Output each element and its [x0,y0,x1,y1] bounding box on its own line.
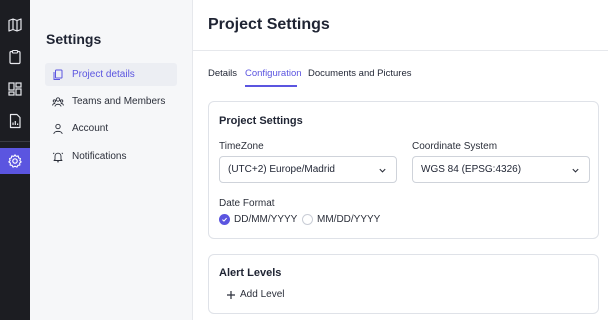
gear-icon [8,154,22,168]
timezone-label: TimeZone [219,141,264,152]
timezone-select[interactable]: (UTC+2) Europe/Madrid [219,156,397,183]
user-icon [53,123,63,134]
rail-dashboard-button[interactable] [0,76,30,102]
rail-map-button[interactable] [0,12,30,38]
alert-levels-card: Alert Levels [208,254,599,314]
date-format-option-ddmmyyyy[interactable]: DD/MM/YYYY [219,214,297,225]
rail-divider [0,141,30,142]
sidebar-item-label: Notifications [72,151,127,162]
coordinate-system-label: Coordinate System [412,141,498,152]
rail-report-button[interactable] [0,108,30,134]
sidebar-item-project-details[interactable]: Project details [45,63,177,86]
coordinate-system-value: WGS 84 (EPSG:4326) [421,164,522,175]
icon-rail [0,0,30,320]
sidebar-item-label: Account [72,123,109,134]
sidebar-item-label: Teams and Members [72,96,166,107]
main-content: Project Settings Details Configuration D… [193,0,608,320]
tab-details[interactable]: Details [208,68,237,79]
rail-settings-button[interactable] [0,148,30,174]
sidebar-title: Settings [46,31,102,47]
chevron-down-icon [379,168,386,173]
page-title: Project Settings [208,16,330,33]
team-icon [52,96,64,107]
bell-icon [52,152,64,162]
dashboard-icon [8,82,22,96]
active-tab-indicator [245,85,297,87]
clipboard-icon [9,49,21,65]
project-settings-title: Project Settings [219,115,303,127]
alert-levels-title: Alert Levels [219,267,282,279]
document-chart-icon [9,113,21,129]
settings-sidebar: Settings Project details Teams and Membe… [30,0,193,320]
timezone-value: (UTC+2) Europe/Madrid [228,164,335,175]
add-level-button[interactable]: Add Level [226,289,284,300]
chevron-down-icon [572,168,579,173]
sidebar-item-label: Project details [72,69,135,80]
rail-clipboard-button[interactable] [0,44,30,70]
radio-checked-icon [219,214,230,225]
plus-icon [227,290,235,299]
sidebar-item-notifications[interactable]: Notifications [45,145,177,168]
header-divider [193,50,608,51]
copy-icon [53,69,63,80]
coordinate-system-select[interactable]: WGS 84 (EPSG:4326) [412,156,590,183]
date-format-option-mmddyyyy[interactable]: MM/DD/YYYY [302,214,380,225]
date-option-label: MM/DD/YYYY [317,214,381,225]
map-icon [8,18,22,32]
radio-unchecked-icon [302,214,313,225]
tab-documents-and-pictures[interactable]: Documents and Pictures [308,68,412,79]
date-format-label: Date Format [219,198,275,209]
sidebar-item-account[interactable]: Account [45,117,177,140]
tab-configuration[interactable]: Configuration [245,68,302,79]
sidebar-item-teams[interactable]: Teams and Members [45,90,177,113]
add-level-label: Add Level [240,289,285,300]
date-option-label: DD/MM/YYYY [234,214,298,225]
